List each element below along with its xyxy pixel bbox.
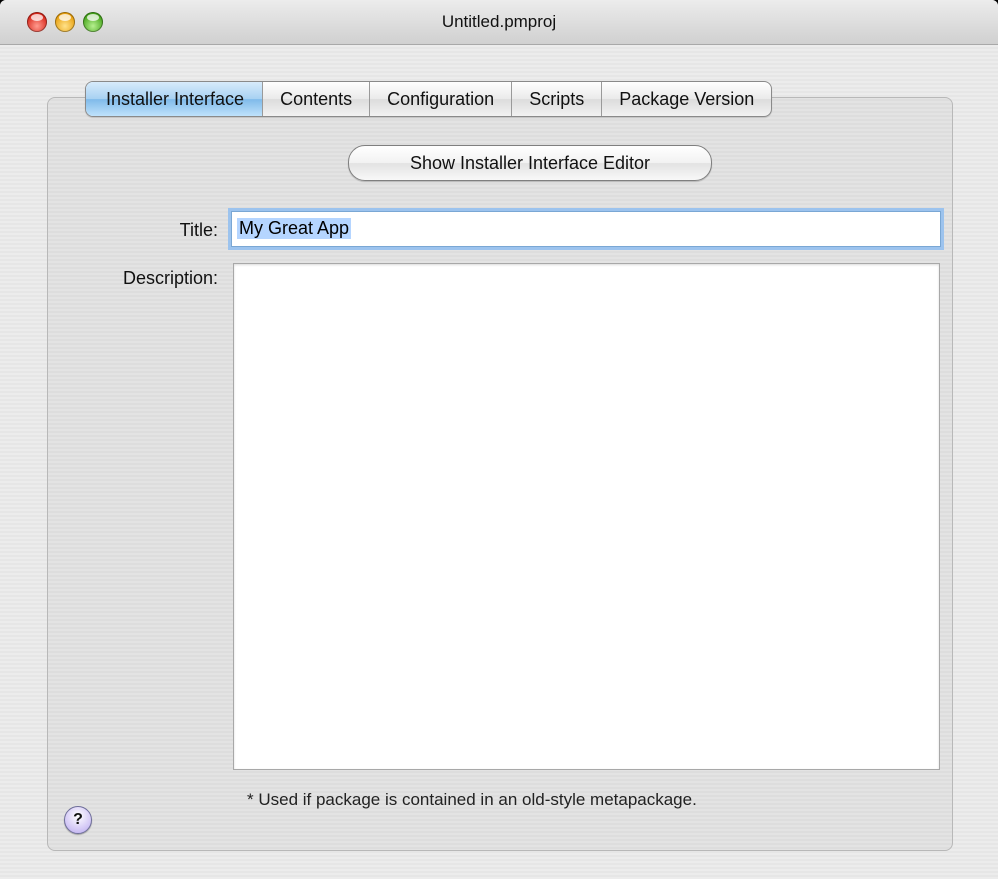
title-input-value: My Great App: [237, 218, 352, 239]
tab-package-version[interactable]: Package Version: [602, 82, 771, 116]
help-button[interactable]: ?: [64, 806, 92, 834]
title-label: Title:: [179, 220, 218, 240]
title-bar[interactable]: Untitled.pmproj: [0, 0, 998, 45]
help-icon: ?: [73, 811, 83, 828]
title-input[interactable]: My Great App: [231, 211, 941, 247]
tab-installer-interface[interactable]: Installer Interface: [86, 82, 264, 116]
description-label: Description:: [122, 268, 218, 288]
footnote: * Used if package is contained in an old…: [247, 790, 697, 809]
show-installer-interface-editor-button[interactable]: Show Installer Interface Editor: [348, 145, 712, 181]
window: Untitled.pmproj Installer Interface Cont…: [0, 0, 998, 879]
tab-configuration[interactable]: Configuration: [370, 82, 513, 116]
window-title: Untitled.pmproj: [441, 12, 557, 31]
description-textarea[interactable]: [233, 263, 940, 770]
tab-scripts[interactable]: Scripts: [512, 82, 603, 116]
tab-contents[interactable]: Contents: [263, 82, 371, 116]
tab-bar: Installer Interface Contents Configurati…: [85, 81, 773, 117]
